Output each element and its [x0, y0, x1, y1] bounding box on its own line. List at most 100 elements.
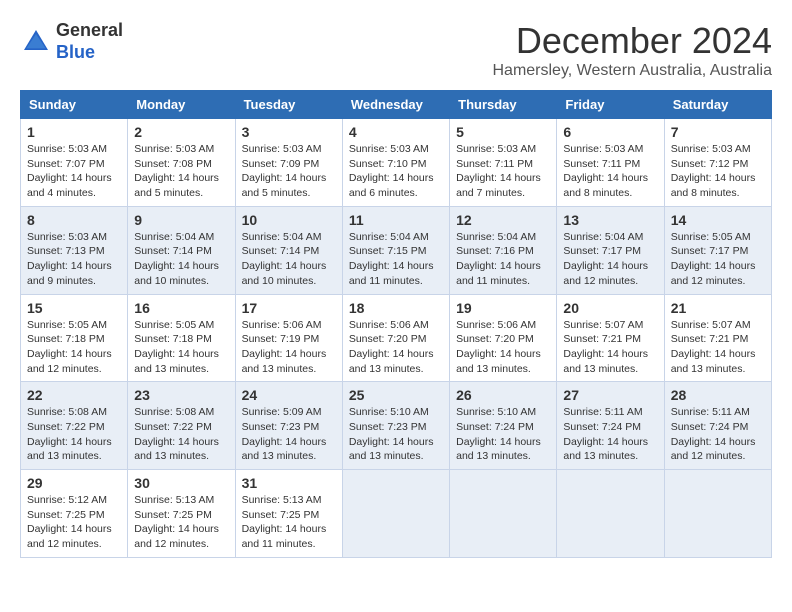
day-info: Sunrise: 5:04 AM Sunset: 7:14 PM Dayligh…	[242, 230, 336, 289]
calendar-cell-3-5: 27 Sunrise: 5:11 AM Sunset: 7:24 PM Dayli…	[557, 382, 664, 470]
day-number: 31	[242, 475, 336, 491]
calendar-cell-0-3: 4Sunrise: 5:03 AM Sunset: 7:10 PM Daylig…	[342, 119, 449, 207]
day-number: 30	[134, 475, 228, 491]
calendar-cell-2-0: 15Sunrise: 5:05 AM Sunset: 7:18 PM Dayli…	[21, 294, 128, 382]
day-info: Sunrise: 5:04 AM Sunset: 7:17 PM Dayligh…	[563, 230, 657, 289]
calendar-cell-3-4: 26 Sunrise: 5:10 AM Sunset: 7:24 PM Dayli…	[450, 382, 557, 470]
day-number: 3	[242, 124, 336, 140]
page-header: General Blue December 2024 Hamersley, We…	[20, 20, 772, 80]
day-info: Sunrise: 5:11 AM Sunset: 7:24 PM Dayligh…	[563, 405, 657, 464]
day-number: 27	[563, 387, 657, 403]
calendar-table: SundayMondayTuesdayWednesdayThursdayFrid…	[20, 90, 772, 558]
calendar-cell-0-2: 3 Sunrise: 5:03 AM Sunset: 7:09 PM Daylig…	[235, 119, 342, 207]
day-number: 26	[456, 387, 550, 403]
calendar-cell-2-3: 18Sunrise: 5:06 AM Sunset: 7:20 PM Dayli…	[342, 294, 449, 382]
day-info: Sunrise: 5:07 AM Sunset: 7:21 PM Dayligh…	[671, 318, 765, 377]
calendar-cell-2-1: 16Sunrise: 5:05 AM Sunset: 7:18 PM Dayli…	[128, 294, 235, 382]
week-row-1: 1Sunrise: 5:03 AM Sunset: 7:07 PM Daylig…	[21, 119, 772, 207]
header-monday: Monday	[128, 91, 235, 119]
calendar-cell-1-1: 9 Sunrise: 5:04 AM Sunset: 7:14 PM Daylig…	[128, 206, 235, 294]
week-row-2: 8 Sunrise: 5:03 AM Sunset: 7:13 PM Daylig…	[21, 206, 772, 294]
calendar-cell-3-3: 25Sunrise: 5:10 AM Sunset: 7:23 PM Dayli…	[342, 382, 449, 470]
calendar-cell-3-2: 24 Sunrise: 5:09 AM Sunset: 7:23 PM Dayli…	[235, 382, 342, 470]
day-info: Sunrise: 5:05 AM Sunset: 7:17 PM Dayligh…	[671, 230, 765, 289]
day-info: Sunrise: 5:08 AM Sunset: 7:22 PM Dayligh…	[134, 405, 228, 464]
day-number: 7	[671, 124, 765, 140]
calendar-cell-3-0: 22Sunrise: 5:08 AM Sunset: 7:22 PM Dayli…	[21, 382, 128, 470]
calendar-header-row: SundayMondayTuesdayWednesdayThursdayFrid…	[21, 91, 772, 119]
day-info: Sunrise: 5:09 AM Sunset: 7:23 PM Dayligh…	[242, 405, 336, 464]
day-info: Sunrise: 5:12 AM Sunset: 7:25 PM Dayligh…	[27, 493, 121, 552]
header-thursday: Thursday	[450, 91, 557, 119]
day-number: 13	[563, 212, 657, 228]
calendar-cell-3-1: 23 Sunrise: 5:08 AM Sunset: 7:22 PM Dayli…	[128, 382, 235, 470]
day-number: 2	[134, 124, 228, 140]
title-section: December 2024 Hamersley, Western Austral…	[492, 20, 772, 80]
header-tuesday: Tuesday	[235, 91, 342, 119]
week-row-4: 22 Sunrise: 5:08 AM Sunset: 7:22 PM Dayli…	[21, 382, 772, 470]
day-number: 14	[671, 212, 765, 228]
day-info: Sunrise: 5:04 AM Sunset: 7:16 PM Dayligh…	[456, 230, 550, 289]
day-info: Sunrise: 5:03 AM Sunset: 7:11 PM Dayligh…	[456, 142, 550, 201]
day-number: 28	[671, 387, 765, 403]
day-number: 10	[242, 212, 336, 228]
day-number: 12	[456, 212, 550, 228]
calendar-subtitle: Hamersley, Western Australia, Australia	[492, 62, 772, 80]
logo-general-text: General	[56, 20, 123, 40]
day-info: Sunrise: 5:03 AM Sunset: 7:10 PM Dayligh…	[349, 142, 443, 201]
day-number: 5	[456, 124, 550, 140]
day-info: Sunrise: 5:03 AM Sunset: 7:09 PM Dayligh…	[242, 142, 336, 201]
calendar-cell-4-1: 30Sunrise: 5:13 AM Sunset: 7:25 PM Dayli…	[128, 470, 235, 558]
calendar-cell-4-6	[664, 470, 771, 558]
day-info: Sunrise: 5:03 AM Sunset: 7:12 PM Dayligh…	[671, 142, 765, 201]
day-number: 1	[27, 124, 121, 140]
day-number: 9	[134, 212, 228, 228]
calendar-cell-1-0: 8 Sunrise: 5:03 AM Sunset: 7:13 PM Daylig…	[21, 206, 128, 294]
calendar-cell-3-6: 28 Sunrise: 5:11 AM Sunset: 7:24 PM Dayli…	[664, 382, 771, 470]
calendar-cell-1-4: 12 Sunrise: 5:04 AM Sunset: 7:16 PM Dayli…	[450, 206, 557, 294]
day-number: 21	[671, 300, 765, 316]
calendar-cell-0-1: 2 Sunrise: 5:03 AM Sunset: 7:08 PM Daylig…	[128, 119, 235, 207]
calendar-cell-0-4: 5 Sunrise: 5:03 AM Sunset: 7:11 PM Daylig…	[450, 119, 557, 207]
day-number: 24	[242, 387, 336, 403]
calendar-cell-2-6: 21 Sunrise: 5:07 AM Sunset: 7:21 PM Dayli…	[664, 294, 771, 382]
day-number: 6	[563, 124, 657, 140]
day-number: 19	[456, 300, 550, 316]
logo-icon	[20, 26, 52, 58]
day-number: 11	[349, 212, 443, 228]
calendar-cell-2-5: 20 Sunrise: 5:07 AM Sunset: 7:21 PM Dayli…	[557, 294, 664, 382]
calendar-cell-1-5: 13 Sunrise: 5:04 AM Sunset: 7:17 PM Dayli…	[557, 206, 664, 294]
calendar-cell-4-5	[557, 470, 664, 558]
day-info: Sunrise: 5:03 AM Sunset: 7:11 PM Dayligh…	[563, 142, 657, 201]
day-info: Sunrise: 5:06 AM Sunset: 7:20 PM Dayligh…	[349, 318, 443, 377]
week-row-3: 15Sunrise: 5:05 AM Sunset: 7:18 PM Dayli…	[21, 294, 772, 382]
day-number: 8	[27, 212, 121, 228]
day-number: 29	[27, 475, 121, 491]
day-info: Sunrise: 5:07 AM Sunset: 7:21 PM Dayligh…	[563, 318, 657, 377]
calendar-title: December 2024	[492, 20, 772, 62]
logo: General Blue	[20, 20, 123, 63]
day-info: Sunrise: 5:11 AM Sunset: 7:24 PM Dayligh…	[671, 405, 765, 464]
calendar-cell-2-4: 19 Sunrise: 5:06 AM Sunset: 7:20 PM Dayli…	[450, 294, 557, 382]
calendar-cell-1-6: 14 Sunrise: 5:05 AM Sunset: 7:17 PM Dayli…	[664, 206, 771, 294]
calendar-cell-1-2: 10 Sunrise: 5:04 AM Sunset: 7:14 PM Dayli…	[235, 206, 342, 294]
calendar-cell-1-3: 11 Sunrise: 5:04 AM Sunset: 7:15 PM Dayli…	[342, 206, 449, 294]
header-sunday: Sunday	[21, 91, 128, 119]
calendar-cell-4-0: 29 Sunrise: 5:12 AM Sunset: 7:25 PM Dayli…	[21, 470, 128, 558]
day-number: 22	[27, 387, 121, 403]
calendar-cell-0-6: 7 Sunrise: 5:03 AM Sunset: 7:12 PM Daylig…	[664, 119, 771, 207]
day-number: 20	[563, 300, 657, 316]
calendar-cell-2-2: 17Sunrise: 5:06 AM Sunset: 7:19 PM Dayli…	[235, 294, 342, 382]
day-info: Sunrise: 5:03 AM Sunset: 7:08 PM Dayligh…	[134, 142, 228, 201]
header-wednesday: Wednesday	[342, 91, 449, 119]
day-info: Sunrise: 5:10 AM Sunset: 7:23 PM Dayligh…	[349, 405, 443, 464]
day-info: Sunrise: 5:10 AM Sunset: 7:24 PM Dayligh…	[456, 405, 550, 464]
header-saturday: Saturday	[664, 91, 771, 119]
day-info: Sunrise: 5:04 AM Sunset: 7:15 PM Dayligh…	[349, 230, 443, 289]
calendar-cell-0-0: 1Sunrise: 5:03 AM Sunset: 7:07 PM Daylig…	[21, 119, 128, 207]
day-info: Sunrise: 5:04 AM Sunset: 7:14 PM Dayligh…	[134, 230, 228, 289]
day-info: Sunrise: 5:03 AM Sunset: 7:13 PM Dayligh…	[27, 230, 121, 289]
day-number: 23	[134, 387, 228, 403]
day-info: Sunrise: 5:06 AM Sunset: 7:20 PM Dayligh…	[456, 318, 550, 377]
day-info: Sunrise: 5:06 AM Sunset: 7:19 PM Dayligh…	[242, 318, 336, 377]
